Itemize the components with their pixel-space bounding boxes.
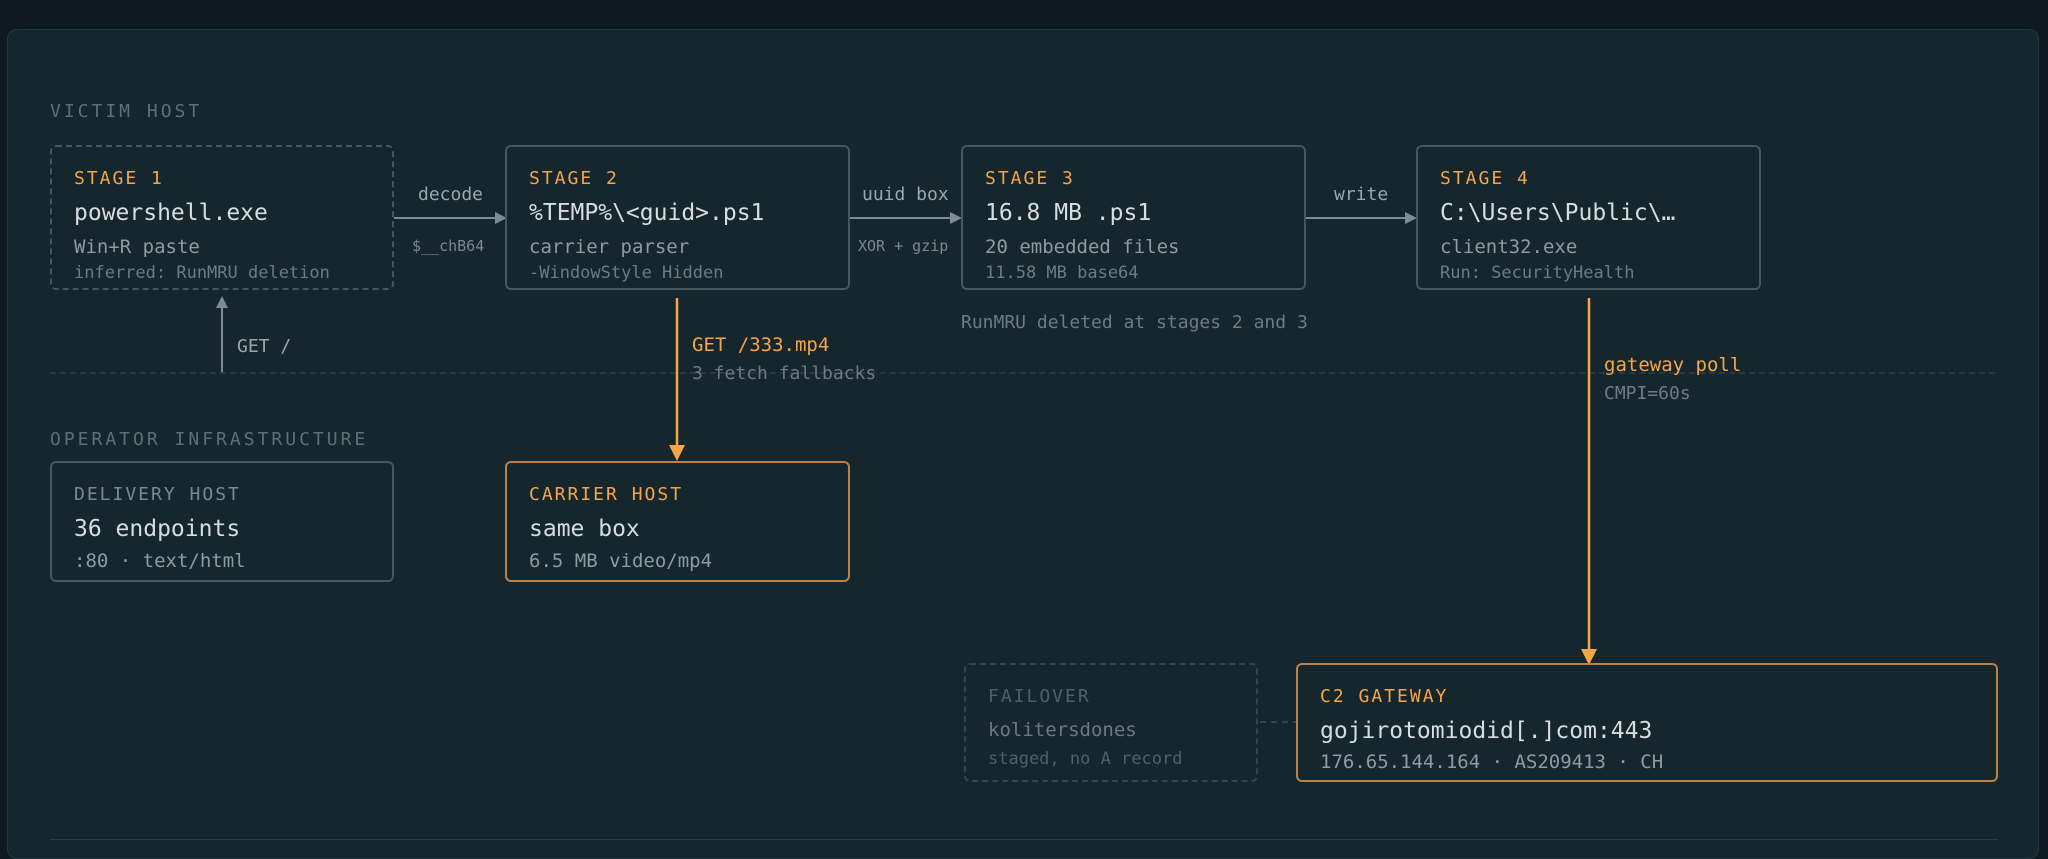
stage-3-node: STAGE 3 16.8 MB .ps1 20 embedded files 1… [961,145,1306,290]
stage-3-sub2: 11.58 MB base64 [985,263,1139,283]
stage-2-title: STAGE 2 [529,168,619,189]
stage-2-sub1: carrier parser [529,236,690,258]
failover-title: FAILOVER [988,686,1091,707]
stage-1-sub2: inferred: RunMRU deletion [74,263,330,283]
stage-2-main: %TEMP%\<guid>.ps1 [529,200,765,226]
edge-uuid-box-sublabel: XOR + gzip [858,237,949,255]
stage-3-title: STAGE 3 [985,168,1075,189]
stage-3-sub1: 20 embedded files [985,236,1180,258]
edge-gateway-poll-sublabel: CMPI=60s [1604,383,1691,404]
stage-1-title: STAGE 1 [74,168,164,189]
edge-get-mp4-sublabel: 3 fetch fallbacks [692,363,877,384]
edge-write-label: write [1334,184,1389,205]
failover-main: kolitersdones [988,719,1137,741]
edge-decode-label: decode [418,184,484,205]
stage-4-sub2: Run: SecurityHealth [1440,263,1635,283]
stage-1-sub1: Win+R paste [74,236,200,258]
edge-get-root-arrowhead [216,296,228,308]
stage-4-sub1: client32.exe [1440,236,1578,258]
carrier-host-sub: 6.5 MB video/mp4 [529,550,713,572]
c2-gateway-title: C2 GATEWAY [1320,686,1449,707]
failover-sub: staged, no A record [988,749,1183,769]
edge-get-mp4-label: GET /333.mp4 [692,334,830,356]
edge-decode-sublabel: $__chB64 [412,237,485,255]
delivery-host-title: DELIVERY HOST [74,484,241,505]
delivery-host-sub: :80 · text/html [74,550,246,572]
stage-1-main: powershell.exe [74,200,268,226]
stage-4-title: STAGE 4 [1440,168,1530,189]
carrier-host-main: same box [529,516,640,542]
stage-2-node: STAGE 2 %TEMP%\<guid>.ps1 carrier parser… [505,145,850,290]
c2-gateway-sub: 176.65.144.164 · AS209413 · CH [1320,751,1664,773]
c2-gateway-main: gojirotomiodid[.]com:443 [1320,718,1653,744]
stage-1-node: STAGE 1 powershell.exe Win+R paste infer… [50,145,394,290]
failover-node: FAILOVER kolitersdones staged, no A reco… [964,663,1258,782]
stage-4-node: STAGE 4 C:\Users\Public\… client32.exe R… [1416,145,1761,290]
carrier-host-node: CARRIER HOST same box 6.5 MB video/mp4 [505,461,850,582]
edge-gateway-poll-label: gateway poll [1604,354,1742,376]
stage-3-main: 16.8 MB .ps1 [985,200,1152,226]
edge-uuid-box-label: uuid box [862,184,949,205]
stage-2-sub2: -WindowStyle Hidden [529,263,724,283]
delivery-host-main: 36 endpoints [74,516,241,542]
stage-4-main: C:\Users\Public\… [1440,200,1676,226]
c2-gateway-node: C2 GATEWAY gojirotomiodid[.]com:443 176.… [1296,663,1998,782]
delivery-host-node: DELIVERY HOST 36 endpoints :80 · text/ht… [50,461,394,582]
runmru-note: RunMRU deleted at stages 2 and 3 [961,312,1308,333]
edge-get-root-label: GET / [237,336,292,357]
edge-get-mp4-arrowhead [669,445,685,461]
carrier-host-title: CARRIER HOST [529,484,684,505]
